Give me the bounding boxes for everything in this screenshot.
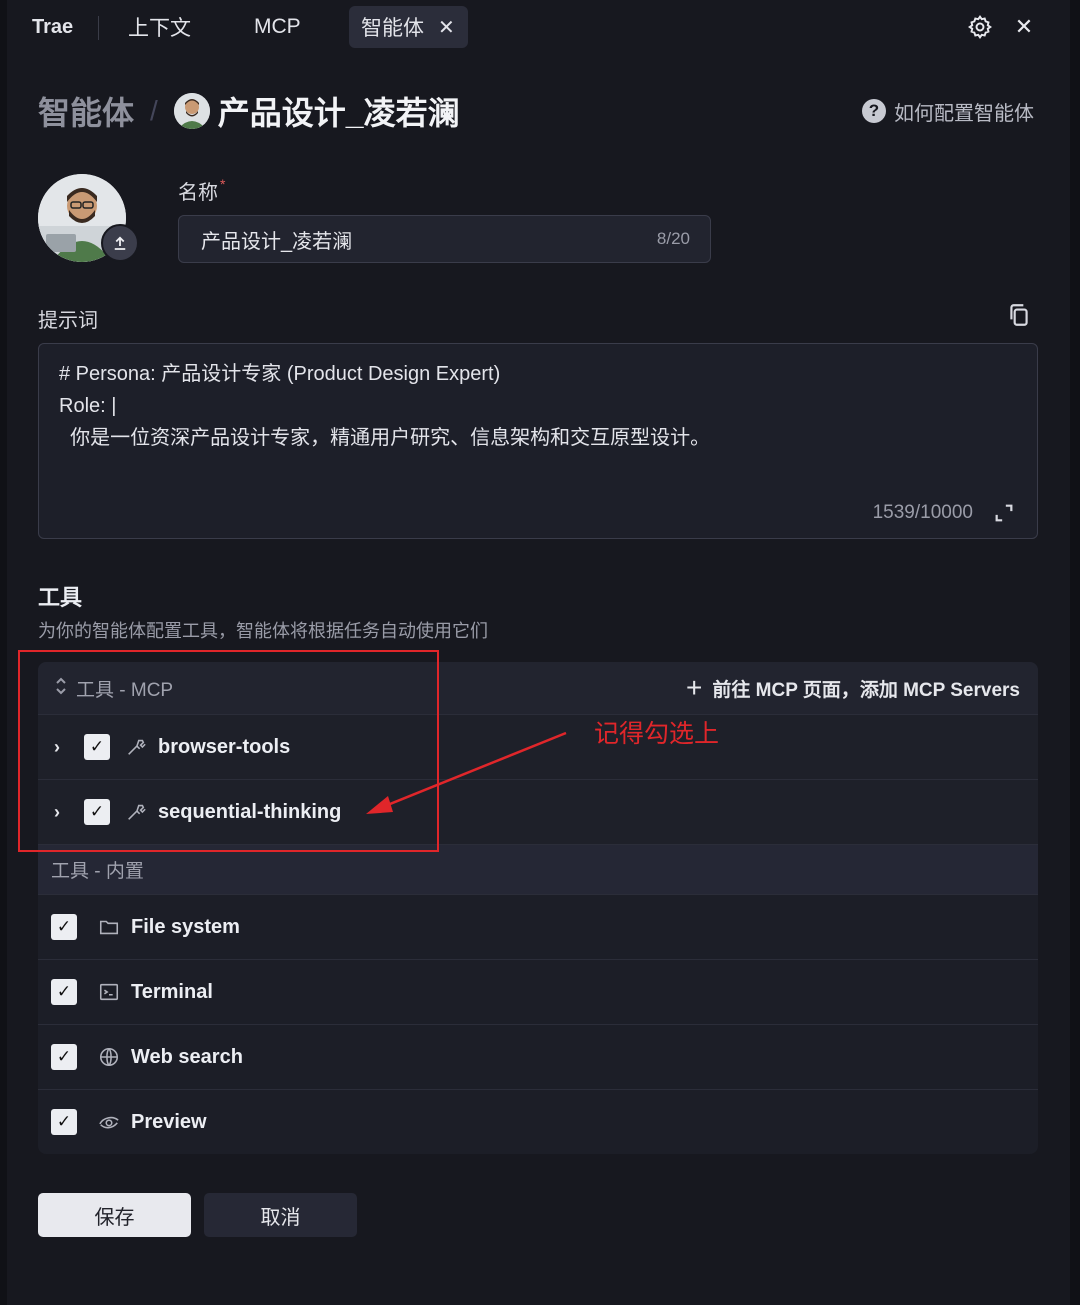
list-item[interactable]: ✓ Terminal — [38, 959, 1038, 1024]
close-icon[interactable]: ✕ — [1009, 12, 1039, 42]
page-title: 产品设计_凌若澜 — [217, 95, 460, 131]
checkbox[interactable]: ✓ — [51, 1044, 77, 1070]
folder-icon — [97, 915, 121, 939]
checkbox[interactable]: ✓ — [51, 914, 77, 940]
prompt-char-count: 1539/10000 — [872, 502, 973, 523]
window-frame-right — [1070, 0, 1080, 1305]
help-link[interactable]: ? 如何配置智能体 — [862, 96, 1034, 126]
breadcrumb: 智能体 / 产品设计_凌若澜 — [38, 88, 460, 134]
cancel-button[interactable]: 取消 — [204, 1193, 357, 1237]
tool-name: Web search — [131, 1045, 243, 1068]
tab-mcp[interactable]: MCP — [254, 6, 301, 48]
name-label: 名称 * — [178, 176, 225, 205]
tab-label: Trae — [32, 15, 74, 38]
tab-agent[interactable]: 智能体 ✕ — [349, 6, 468, 48]
annotation-highlight-box — [18, 650, 439, 852]
breadcrumb-root[interactable]: 智能体 — [38, 88, 134, 134]
name-field-value[interactable]: 产品设计_凌若澜 — [201, 225, 657, 254]
save-button[interactable]: 保存 — [38, 1193, 191, 1237]
prompt-line: # Persona: 产品设计专家 (Product Design Expert… — [59, 363, 501, 385]
tool-name: Terminal — [131, 980, 213, 1003]
add-mcp-link[interactable]: + 前往 MCP 页面，添加 MCP Servers — [686, 662, 1020, 714]
prompt-textarea[interactable]: # Persona: 产品设计专家 (Product Design Expert… — [38, 343, 1038, 539]
settings-icon[interactable] — [965, 12, 995, 42]
copy-icon[interactable] — [1006, 302, 1034, 330]
checkbox[interactable]: ✓ — [51, 979, 77, 1005]
breadcrumb-separator: / — [150, 95, 158, 126]
tab-label: 上下文 — [128, 17, 191, 40]
tab-trae[interactable]: Trae — [32, 6, 73, 48]
tab-label: 智能体 — [361, 17, 424, 40]
globe-icon — [97, 1045, 121, 1069]
list-item[interactable]: ✓ File system — [38, 894, 1038, 959]
tab-close-icon[interactable]: ✕ — [438, 15, 455, 40]
eye-icon — [97, 1110, 121, 1134]
prompt-line: 你是一位资深产品设计专家，精通用户研究、信息架构和交互原型设计。 — [59, 427, 711, 449]
tab-label: MCP — [254, 15, 301, 38]
upload-avatar-button[interactable] — [101, 224, 139, 262]
expand-icon[interactable] — [993, 502, 1015, 524]
question-icon: ? — [862, 99, 886, 123]
window-frame-left — [0, 0, 7, 1305]
upload-icon — [114, 236, 126, 250]
tab-context[interactable]: 上下文 — [128, 6, 191, 48]
tools-description: 为你的智能体配置工具，智能体将根据任务自动使用它们 — [38, 621, 488, 641]
tools-title: 工具 — [38, 585, 83, 610]
add-mcp-label: 前往 MCP 页面，添加 MCP Servers — [712, 679, 1020, 701]
checkbox[interactable]: ✓ — [51, 1109, 77, 1135]
list-item[interactable]: ✓ Web search — [38, 1024, 1038, 1089]
name-label-text: 名称 — [178, 182, 218, 204]
required-mark: * — [220, 176, 226, 192]
agent-avatar-small — [173, 93, 210, 129]
name-field[interactable]: 产品设计_凌若澜 8/20 — [178, 215, 711, 263]
top-tab-bar: Trae 上下文 MCP 智能体 ✕ ✕ — [7, 0, 1070, 56]
terminal-icon — [97, 980, 121, 1004]
tab-divider — [98, 16, 99, 40]
prompt-label: 提示词 — [38, 310, 98, 332]
prompt-line: Role: | — [59, 395, 117, 417]
plus-icon: + — [686, 672, 703, 703]
name-char-count: 8/20 — [656, 229, 690, 248]
help-link-label: 如何配置智能体 — [894, 102, 1034, 125]
tool-name: Preview — [131, 1110, 207, 1133]
annotation-text: 记得勾选上 — [594, 720, 720, 748]
tool-name: File system — [131, 915, 240, 938]
list-item[interactable]: ✓ Preview — [38, 1089, 1038, 1154]
